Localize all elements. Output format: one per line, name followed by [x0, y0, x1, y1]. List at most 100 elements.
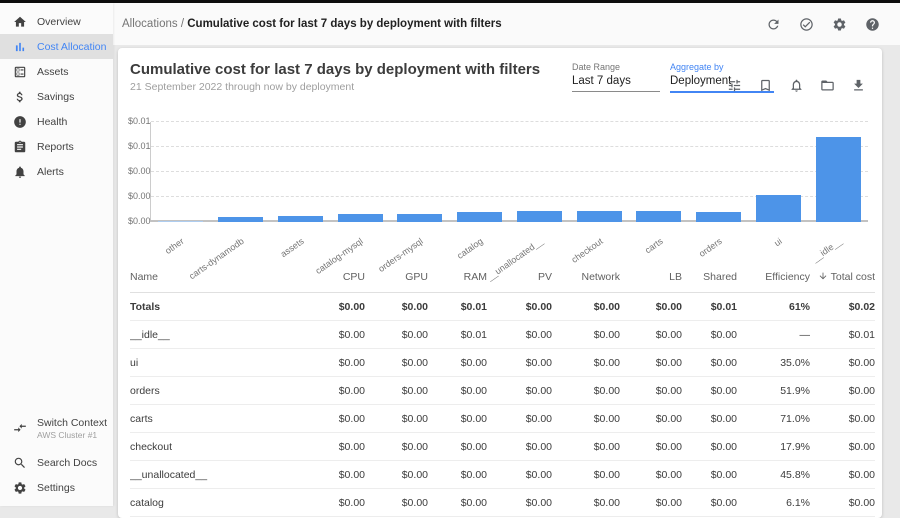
dollar-icon	[13, 90, 27, 104]
table-row-catalog[interactable]: catalog$0.00$0.00$0.00$0.00$0.00$0.00$0.…	[130, 489, 875, 517]
y-axis-tick-label: $0.01	[128, 141, 148, 151]
cell-name: orders	[130, 377, 305, 405]
switch-context-icon	[12, 420, 27, 435]
chart-slot	[808, 122, 868, 222]
table-row-__idle__[interactable]: __idle__$0.00$0.00$0.01$0.00$0.00$0.00$0…	[130, 321, 875, 349]
alerts-icon	[12, 164, 27, 179]
sidebar-item-label: Settings	[37, 482, 75, 494]
cell-gpu: $0.00	[365, 377, 428, 405]
sidebar-item-cost-allocation[interactable]: Cost Allocation	[0, 34, 113, 59]
check-circle-button[interactable]	[794, 12, 818, 36]
sidebar-item-label: Switch Context	[37, 417, 107, 429]
help-button[interactable]	[860, 12, 884, 36]
cell-name: __idle__	[130, 321, 305, 349]
cell-gpu: $0.00	[365, 461, 428, 489]
chart-bar-__idle__[interactable]	[816, 137, 861, 222]
window-top-strip	[0, 0, 900, 3]
cell-network: $0.00	[552, 405, 620, 433]
cell-cpu: $0.00	[305, 405, 365, 433]
sidebar-item-label: Assets	[37, 66, 69, 78]
cell-name: carts	[130, 405, 305, 433]
cell-total-cost: $0.00	[810, 349, 875, 377]
chart-slot	[749, 122, 809, 222]
bar-chart-icon	[13, 40, 27, 54]
sort-arrow-down-icon	[818, 271, 831, 283]
sidebar-item-search-docs[interactable]: Search Docs	[0, 450, 113, 475]
column-header-name[interactable]: Name	[130, 262, 305, 293]
cell-cpu: $0.00	[305, 461, 365, 489]
date-range-select[interactable]: Date Range Last 7 days	[572, 62, 660, 92]
cell-gpu: $0.00	[365, 293, 428, 321]
cell-ram: $0.00	[428, 433, 487, 461]
refresh-button[interactable]	[761, 12, 785, 36]
chart-bar-orders[interactable]	[696, 212, 741, 222]
chart-bar-orders-mysql[interactable]	[397, 214, 442, 222]
chart-bar-__unallocated__[interactable]	[517, 211, 562, 222]
column-header-pv[interactable]: PV	[487, 262, 552, 293]
assets-icon	[12, 64, 27, 79]
bell-icon	[789, 78, 804, 93]
cell-shared: $0.00	[682, 377, 737, 405]
table-row-totals[interactable]: Totals$0.00$0.00$0.01$0.00$0.00$0.00$0.0…	[130, 293, 875, 321]
sidebar-item-overview[interactable]: Overview	[0, 9, 113, 34]
sidebar-nav: OverviewCost Allocation Assets SavingsHeal…	[0, 3, 113, 184]
column-header-total-cost[interactable]: Total cost	[810, 262, 875, 293]
column-header-network[interactable]: Network	[552, 262, 620, 293]
chart-bar-assets[interactable]	[278, 216, 323, 222]
cell-lb: $0.00	[620, 461, 682, 489]
gear-button[interactable]	[827, 12, 851, 36]
refresh-icon	[766, 17, 781, 32]
chart-bar-other[interactable]	[158, 221, 203, 223]
date-range-value[interactable]: Last 7 days	[572, 72, 660, 92]
search-icon	[13, 456, 27, 470]
bookmark-button[interactable]	[755, 75, 775, 95]
sidebar-item-assets[interactable]: Assets	[0, 59, 113, 84]
chart-bar-catalog[interactable]	[457, 212, 502, 222]
x-axis-tick-label: checkout	[569, 236, 604, 265]
sidebar-item-alerts[interactable]: Alerts	[0, 159, 113, 184]
chart-bar-catalog-mysql[interactable]	[338, 214, 383, 222]
home-icon	[13, 15, 27, 29]
table-row-__unallocated__[interactable]: __unallocated__$0.00$0.00$0.00$0.00$0.00…	[130, 461, 875, 489]
table-row-checkout[interactable]: checkout$0.00$0.00$0.00$0.00$0.00$0.00$0…	[130, 433, 875, 461]
switch-context-icon	[13, 421, 27, 435]
folder-button[interactable]	[817, 75, 837, 95]
cell-cpu: $0.00	[305, 377, 365, 405]
cell-cpu: $0.00	[305, 293, 365, 321]
sidebar-item-health[interactable]: Health	[0, 109, 113, 134]
cell-ram: $0.00	[428, 461, 487, 489]
table-row-orders[interactable]: orders$0.00$0.00$0.00$0.00$0.00$0.00$0.0…	[130, 377, 875, 405]
cell-shared: $0.00	[682, 349, 737, 377]
cell-cpu: $0.00	[305, 489, 365, 517]
table-row-carts[interactable]: carts$0.00$0.00$0.00$0.00$0.00$0.00$0.00…	[130, 405, 875, 433]
cell-pv: $0.00	[487, 293, 552, 321]
chart-bar-ui[interactable]	[756, 195, 801, 222]
column-header-ram[interactable]: RAM	[428, 262, 487, 293]
sidebar-item-sublabel: AWS Cluster #1	[37, 430, 107, 440]
sidebar-item-settings[interactable]: Settings	[0, 475, 113, 500]
chart-bar-carts-dynamodb[interactable]	[218, 217, 263, 222]
chart-bar-checkout[interactable]	[577, 211, 622, 222]
column-header-lb[interactable]: LB	[620, 262, 682, 293]
column-header-efficiency[interactable]: Efficiency	[737, 262, 810, 293]
download-button[interactable]	[848, 75, 868, 95]
cell-pv: $0.00	[487, 461, 552, 489]
sidebar: OverviewCost Allocation Assets SavingsHeal…	[0, 3, 113, 506]
cell-shared: $0.00	[682, 461, 737, 489]
cell-gpu: $0.00	[365, 321, 428, 349]
breadcrumb-section[interactable]: Allocations	[122, 18, 178, 30]
date-range-label: Date Range	[572, 62, 660, 72]
chart-bar-carts[interactable]	[636, 211, 681, 222]
sidebar-item-reports[interactable]: Reports	[0, 134, 113, 159]
sidebar-item-switch-context[interactable]: Switch ContextAWS Cluster #1	[0, 414, 113, 450]
gear-icon	[13, 481, 27, 495]
sidebar-item-savings[interactable]: Savings	[0, 84, 113, 109]
bell-button[interactable]	[786, 75, 806, 95]
column-header-gpu[interactable]: GPU	[365, 262, 428, 293]
cell-efficiency: 51.9%	[737, 377, 810, 405]
column-header-shared[interactable]: Shared	[682, 262, 737, 293]
table-row-ui[interactable]: ui$0.00$0.00$0.00$0.00$0.00$0.00$0.0035.…	[130, 349, 875, 377]
tune-button[interactable]	[724, 75, 744, 95]
cell-total-cost: $0.00	[810, 377, 875, 405]
column-header-cpu[interactable]: CPU	[305, 262, 365, 293]
